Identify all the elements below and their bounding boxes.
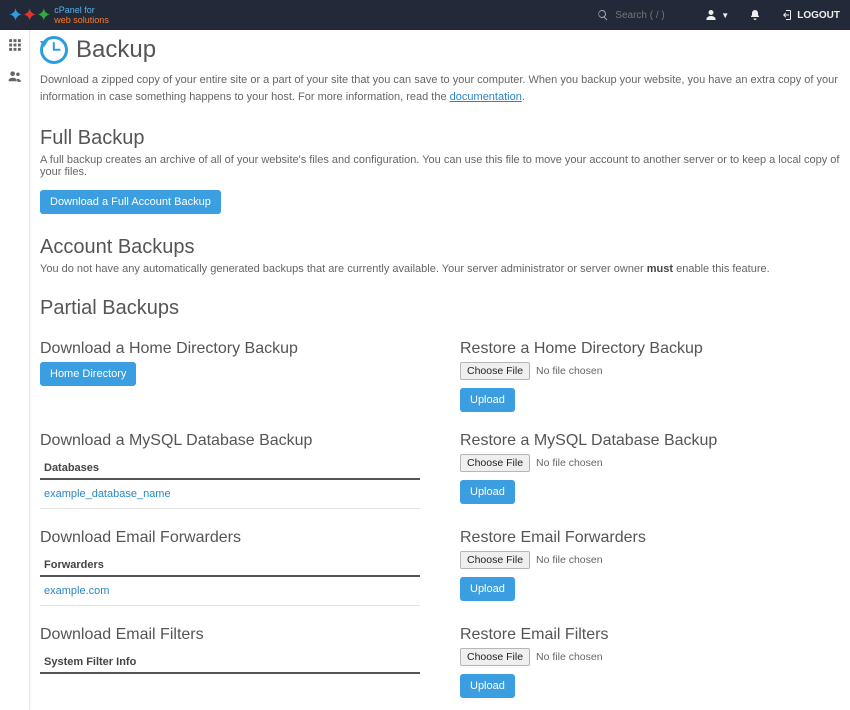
bell-icon xyxy=(749,9,761,21)
restore-filters-heading: Restore Email Filters xyxy=(460,626,840,644)
mysql-table-header: Databases xyxy=(40,456,420,480)
mysql-db-link[interactable]: example_database_name xyxy=(44,488,171,500)
search-input[interactable] xyxy=(615,10,685,21)
no-file-chosen-mysql: No file chosen xyxy=(536,457,603,469)
documentation-link[interactable]: documentation xyxy=(450,91,522,103)
upload-filters-button[interactable]: Upload xyxy=(460,674,515,698)
search-icon xyxy=(597,9,609,21)
sidenav xyxy=(0,30,30,710)
full-backup-heading: Full Backup xyxy=(40,127,840,150)
user-icon xyxy=(705,9,717,21)
full-backup-desc: A full backup creates an archive of all … xyxy=(40,154,840,178)
upload-mysql-button[interactable]: Upload xyxy=(460,480,515,504)
restore-forwarders-heading: Restore Email Forwarders xyxy=(460,529,840,547)
download-filters-heading: Download Email Filters xyxy=(40,626,420,644)
restore-mysql-heading: Restore a MySQL Database Backup xyxy=(460,432,840,450)
topbar-search[interactable] xyxy=(587,9,695,21)
partial-backups-heading: Partial Backups xyxy=(40,297,840,320)
upload-forwarders-button[interactable]: Upload xyxy=(460,577,515,601)
download-full-account-backup-button[interactable]: Download a Full Account Backup xyxy=(40,190,221,214)
forwarders-table-row: example.com xyxy=(40,577,420,606)
account-backups-desc: You do not have any automatically genera… xyxy=(40,263,840,275)
logout-icon xyxy=(781,9,793,21)
forwarders-table-header: Forwarders xyxy=(40,553,420,577)
choose-file-forwarders-button[interactable]: Choose File xyxy=(460,551,530,569)
no-file-chosen-filters: No file chosen xyxy=(536,651,603,663)
forwarder-domain-link[interactable]: example.com xyxy=(44,585,109,597)
backup-clock-icon xyxy=(40,36,68,64)
no-file-chosen-forwarders: No file chosen xyxy=(536,554,603,566)
page-title: Backup xyxy=(76,36,156,64)
no-file-chosen-home-dir: No file chosen xyxy=(536,365,603,377)
download-forwarders-heading: Download Email Forwarders xyxy=(40,529,420,547)
logout-link[interactable]: LOGOUT xyxy=(771,0,850,30)
brand-mark-icon: ✦✦✦ xyxy=(8,6,50,24)
users-icon[interactable] xyxy=(8,69,22,88)
account-backups-heading: Account Backups xyxy=(40,236,840,259)
caret-down-icon: ▼ xyxy=(721,11,729,20)
page-intro: Download a zipped copy of your entire si… xyxy=(40,72,840,105)
upload-home-dir-button[interactable]: Upload xyxy=(460,388,515,412)
download-mysql-heading: Download a MySQL Database Backup xyxy=(40,432,420,450)
topbar: ✦✦✦ cPanel for web solutions ▼ LOGOUT xyxy=(0,0,850,30)
choose-file-filters-button[interactable]: Choose File xyxy=(460,648,530,666)
restore-home-directory-heading: Restore a Home Directory Backup xyxy=(460,340,840,358)
choose-file-home-dir-button[interactable]: Choose File xyxy=(460,362,530,380)
filters-table-header: System Filter Info xyxy=(40,650,420,674)
notifications[interactable] xyxy=(739,0,771,30)
brand-text: cPanel for web solutions xyxy=(54,5,109,25)
home-directory-button[interactable]: Home Directory xyxy=(40,362,136,386)
main-content: Backup Download a zipped copy of your en… xyxy=(30,30,850,710)
apps-grid-icon[interactable] xyxy=(8,38,22,57)
choose-file-mysql-button[interactable]: Choose File xyxy=(460,454,530,472)
brand: ✦✦✦ cPanel for web solutions xyxy=(8,5,109,25)
mysql-table-row: example_database_name xyxy=(40,480,420,509)
download-home-directory-heading: Download a Home Directory Backup xyxy=(40,340,420,358)
user-menu[interactable]: ▼ xyxy=(695,0,739,30)
